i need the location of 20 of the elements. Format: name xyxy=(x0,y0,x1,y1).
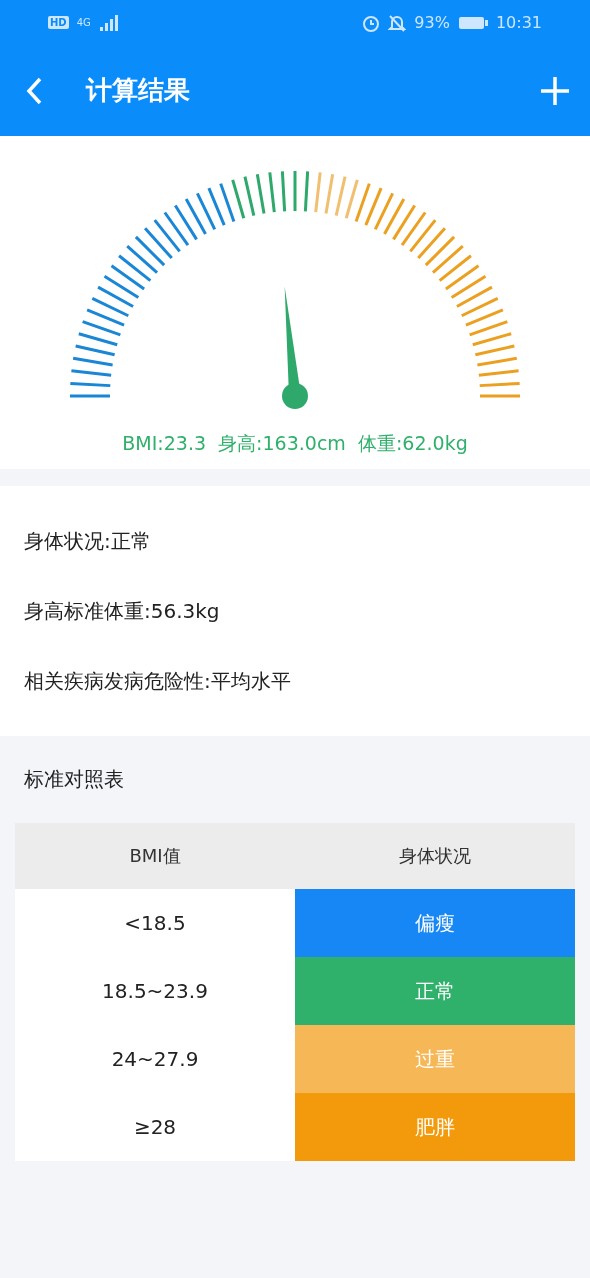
status-cell: 肥胖 xyxy=(295,1093,575,1161)
section-title: 标准对照表 xyxy=(23,766,125,793)
table-cell: 24~27.9 xyxy=(15,1025,295,1093)
table-cell: <18.5 xyxy=(15,889,295,957)
bmi-summary: BMI:23.3 身高:163.0cm 体重:62.0kg xyxy=(122,431,468,456)
status-cell: 正常 xyxy=(295,957,575,1025)
status-cell: 偏瘦 xyxy=(295,889,575,957)
status-cell: 过重 xyxy=(295,1025,575,1093)
page-title: 计算结果 xyxy=(86,74,191,107)
result-line: 相关疾病发病危险性:平均水平 xyxy=(24,668,292,695)
network-label: 4G xyxy=(76,17,91,28)
result-line: 身体状况:正常 xyxy=(24,528,152,555)
table-cell: 18.5~23.9 xyxy=(15,957,295,1025)
battery-percent: 93% xyxy=(414,13,450,32)
result-line: 身高标准体重:56.3kg xyxy=(24,598,221,625)
hd-badge: HD xyxy=(48,16,69,29)
table-cell: ≥28 xyxy=(15,1093,295,1161)
clock-time: 10:31 xyxy=(495,13,542,32)
column-header: 身体状况 xyxy=(295,823,575,889)
column-header: BMI值 xyxy=(15,823,295,889)
